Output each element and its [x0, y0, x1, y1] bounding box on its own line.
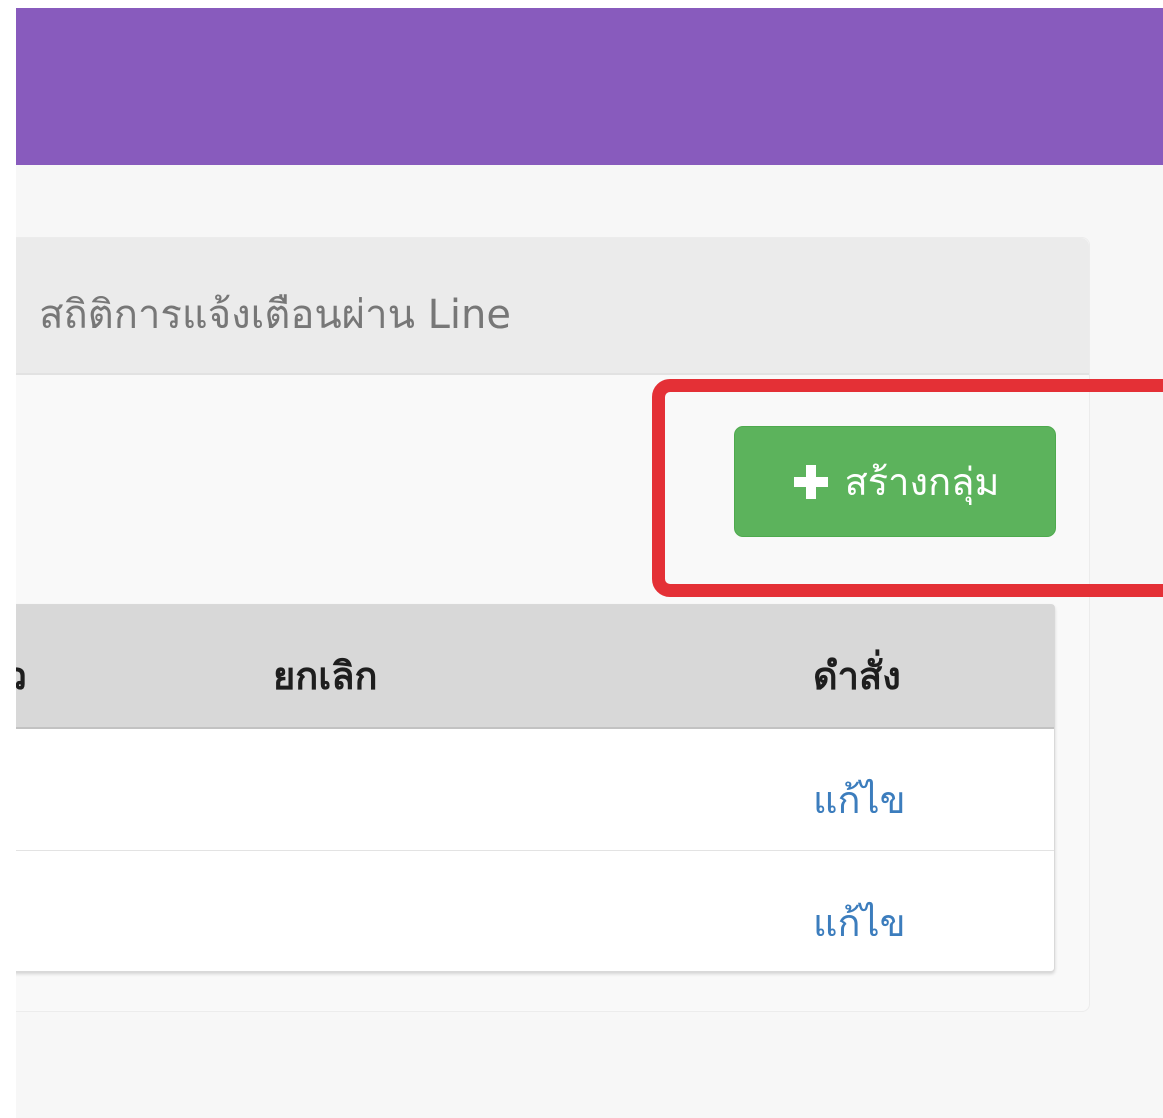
plus-icon	[793, 464, 828, 499]
panel-title: สถิติการแจ้งเตือนผ่าน Line	[39, 292, 511, 338]
create-group-label: สร้างกลุ่ม	[844, 460, 1000, 504]
table-header: ว ยกเลิก ดำสั่ง	[16, 605, 1054, 729]
table-row: แก้ไข	[16, 852, 1054, 974]
table-header-partial: ว	[16, 654, 27, 698]
create-group-button[interactable]: สร้างกลุ่ม	[734, 426, 1056, 537]
group-table: ว ยกเลิก ดำสั่ง แก้ไข แก้ไข	[16, 604, 1055, 972]
app-viewport: สถิติการแจ้งเตือนผ่าน Line สร้างกลุ่ม ว …	[16, 8, 1163, 1118]
table-header-cancel: ยกเลิก	[273, 654, 378, 698]
table-header-command: ดำสั่ง	[813, 654, 901, 698]
edit-link[interactable]: แก้ไข	[813, 892, 906, 953]
panel-heading: สถิติการแจ้งเตือนผ่าน Line	[16, 238, 1089, 375]
top-header-bar	[16, 8, 1163, 165]
table-row: แก้ไข	[16, 729, 1054, 851]
edit-link[interactable]: แก้ไข	[813, 769, 906, 830]
